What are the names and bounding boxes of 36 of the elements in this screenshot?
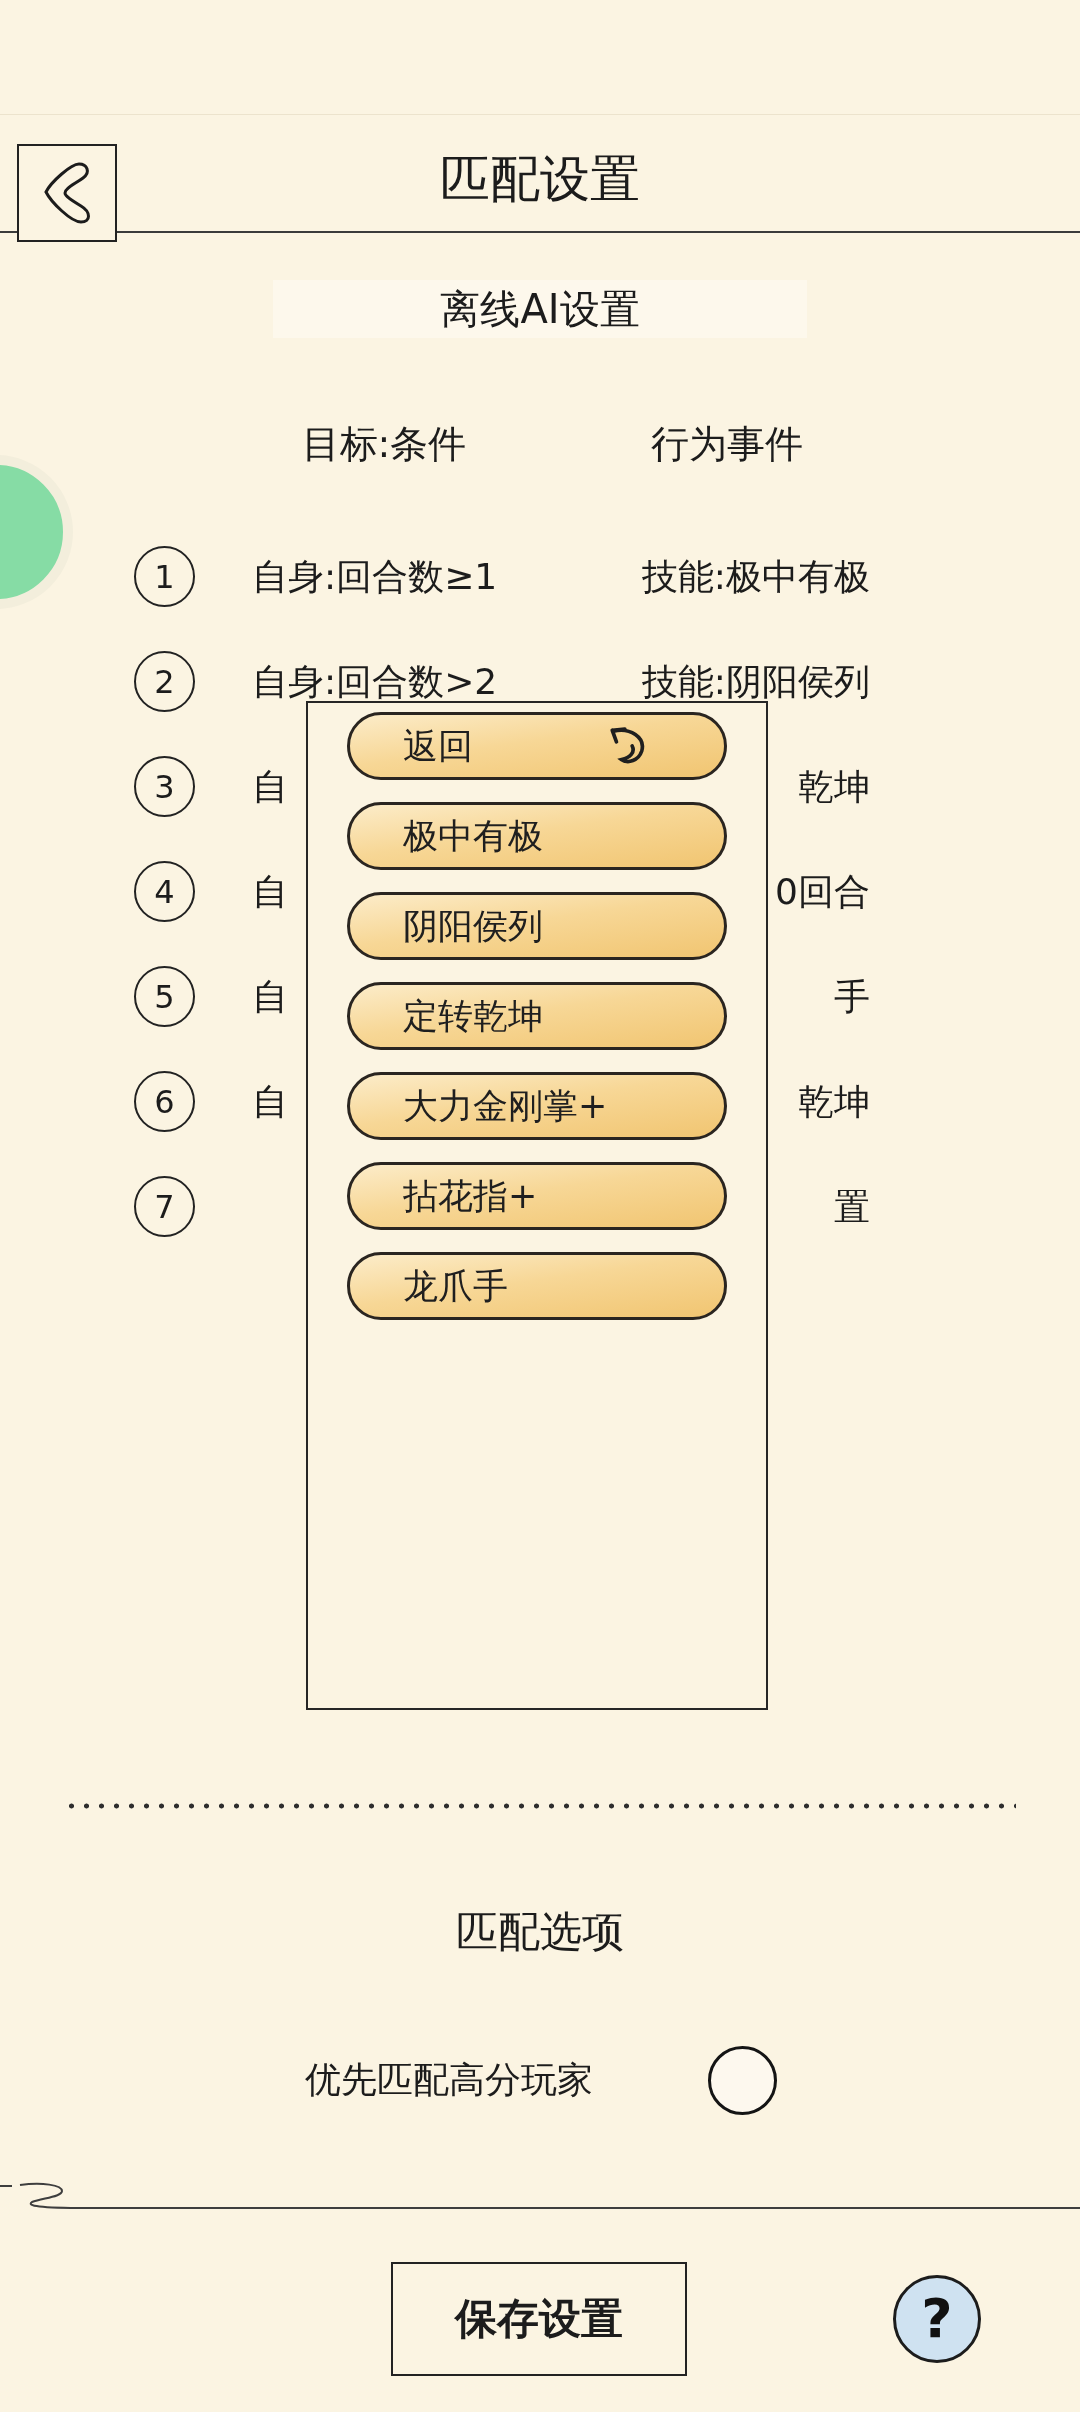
back-button[interactable] [17, 144, 117, 242]
action-text: 乾坤 [798, 767, 870, 806]
skill-menu-item[interactable]: 定转乾坤 [347, 982, 727, 1050]
condition-text: 自 [252, 977, 288, 1016]
save-button[interactable]: 保存设置 [391, 2262, 687, 2376]
action-text: 技能:阴阳侯列 [641, 662, 870, 701]
page-title: 匹配设置 [440, 153, 640, 205]
menu-back-button[interactable]: 返回 [347, 712, 727, 780]
condition-text: 自身:回合数≥1 [252, 557, 498, 596]
section-title: 离线AI设置 [273, 280, 807, 338]
section-title: 匹配选项 [456, 1907, 624, 1957]
condition-text: 自 [252, 767, 288, 806]
help-button[interactable]: ? [893, 2275, 981, 2363]
step-number: 1 [134, 546, 195, 607]
step-number: 3 [134, 756, 195, 817]
condition-text: 自 [252, 1082, 288, 1121]
skill-menu-item[interactable]: 拈花指+ [347, 1162, 727, 1230]
skill-menu-item[interactable]: 极中有极 [347, 802, 727, 870]
action-text: 置 [834, 1187, 870, 1226]
step-number: 2 [134, 651, 195, 712]
skill-menu-item[interactable]: 阴阳侯列 [347, 892, 727, 960]
option-label: 优先匹配高分玩家 [305, 2060, 593, 2100]
condition-text: 自 [252, 872, 288, 911]
column-header: 目标:条件 [301, 422, 467, 466]
condition-text: 自身:回合数>2 [252, 662, 498, 701]
skill-menu-item[interactable]: 大力金刚掌+ [347, 1072, 727, 1140]
action-text: 手 [834, 977, 870, 1016]
step-number: 4 [134, 861, 195, 922]
column-header: 行为事件 [651, 422, 803, 466]
step-number: 5 [134, 966, 195, 1027]
action-text: 乾坤 [798, 1082, 870, 1121]
action-text: 0回合 [775, 872, 870, 911]
skill-menu-item[interactable]: 龙爪手 [347, 1252, 727, 1320]
step-number: 6 [134, 1071, 195, 1132]
step-number: 7 [134, 1176, 195, 1237]
action-text: 技能:极中有极 [641, 557, 870, 596]
